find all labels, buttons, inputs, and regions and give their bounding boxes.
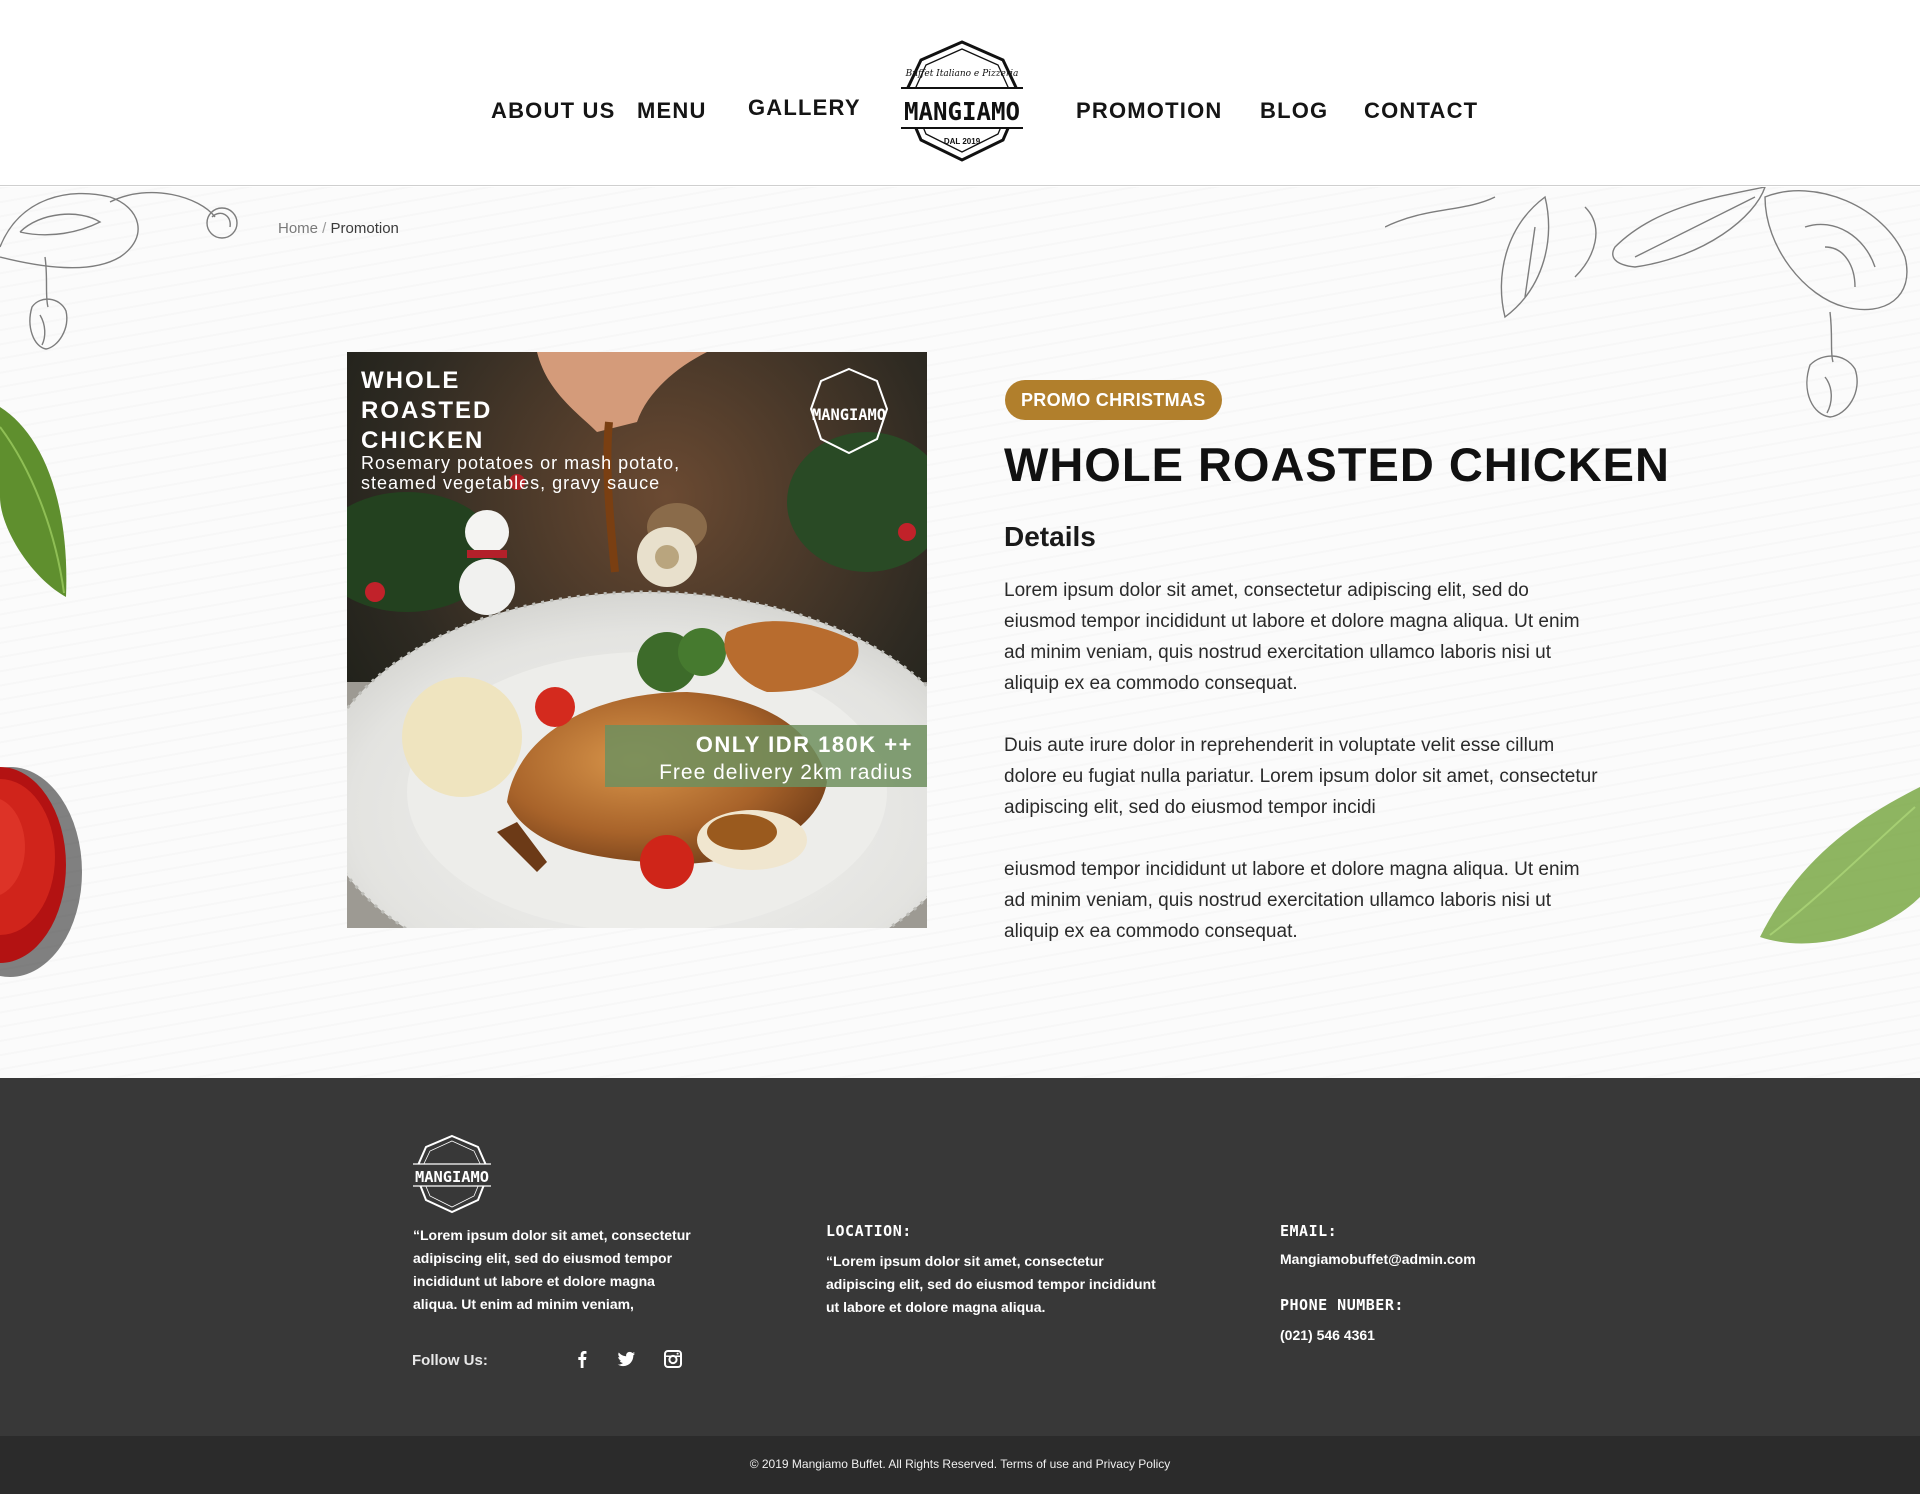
breadcrumb-current: Promotion — [330, 220, 399, 237]
details-paragraph-1: Lorem ipsum dolor sit amet, consectetur … — [1004, 580, 1580, 694]
footer-logo-name: MANGIAMO — [415, 1168, 489, 1186]
promo-image: MANGIAMO WHOLE ROASTED CHICKEN Rosemary … — [347, 352, 927, 928]
nav-promotion[interactable]: PROMOTION — [1076, 98, 1222, 124]
nav-contact[interactable]: CONTACT — [1364, 98, 1478, 124]
location-text: “Lorem ipsum dolor sit amet, consectetur… — [826, 1253, 1156, 1315]
facebook-icon[interactable] — [571, 1348, 593, 1370]
details-paragraph-2: Duis aute irure dolor in reprehenderit i… — [1004, 735, 1598, 818]
logo-tagline: Buffet Italiano e Pizzeria — [905, 69, 1019, 79]
copyright-text: © 2019 Mangiamo Buffet. All Rights Reser… — [749, 1457, 1171, 1471]
copyright-bar: © 2019 Mangiamo Buffet. All Rights Reser… — [0, 1436, 1920, 1494]
image-price: ONLY IDR 180K ++ — [696, 732, 913, 757]
phone-label: PHONE NUMBER: — [1280, 1296, 1404, 1314]
follow-us-label: Follow Us: — [412, 1352, 488, 1369]
instagram-icon[interactable] — [662, 1348, 684, 1370]
email-link[interactable]: Mangiamobuffet@admin.com — [1280, 1248, 1476, 1271]
details-paragraph-3: eiusmod tempor incididunt ut labore et d… — [1004, 859, 1580, 942]
floral-illustration-right — [1385, 187, 1908, 418]
details-heading: Details — [1004, 521, 1096, 552]
email-label: EMAIL: — [1280, 1222, 1338, 1240]
site-footer: MANGIAMO “Lorem ipsum dolor sit amet, co… — [0, 1078, 1920, 1436]
image-delivery: Free delivery 2km radius — [659, 761, 913, 784]
promo-badge: PROMO CHRISTMAS — [1005, 380, 1222, 420]
image-title-line-2: ROASTED — [361, 397, 492, 424]
nav-about-us[interactable]: ABOUT US — [491, 98, 616, 124]
footer-logo[interactable]: MANGIAMO — [412, 1134, 492, 1214]
nav-gallery[interactable]: GALLERY — [748, 95, 861, 121]
image-title-line-3: CHICKEN — [361, 427, 484, 454]
promotion-section: Home / Promotion MANGIAMO WHOLE ROASTED … — [0, 187, 1920, 1078]
nav-blog[interactable]: BLOG — [1260, 98, 1328, 124]
twitter-icon[interactable] — [615, 1348, 637, 1370]
sauce-bowl — [0, 767, 82, 977]
logo-name: MANGIAMO — [904, 97, 1020, 126]
promo-title: WHOLE ROASTED CHICKEN — [1004, 438, 1670, 491]
site-logo[interactable]: Buffet Italiano e Pizzeria MANGIAMO DAL … — [897, 38, 1027, 164]
basil-leaf-left — [0, 407, 67, 597]
breadcrumb: Home / Promotion — [278, 220, 399, 237]
nav-menu[interactable]: MENU — [637, 98, 707, 124]
footer-quote: “Lorem ipsum dolor sit amet, consectetur… — [413, 1227, 691, 1312]
breadcrumb-separator: / — [318, 220, 331, 237]
image-subtitle-line-1: Rosemary potatoes or mash potato, — [361, 453, 680, 473]
image-title-line-1: WHOLE — [361, 367, 460, 394]
basil-leaf-right — [1760, 787, 1920, 944]
image-logo-name: MANGIAMO — [812, 405, 886, 424]
breadcrumb-home-link[interactable]: Home — [278, 220, 318, 237]
phone-link[interactable]: (021) 546 4361 — [1280, 1324, 1375, 1347]
floral-illustration-left — [0, 191, 238, 350]
image-subtitle-line-2: steamed vegetables, gravy sauce — [361, 473, 660, 493]
site-header: ABOUT US MENU GALLERY Buffet Italiano e … — [0, 0, 1920, 186]
logo-since: DAL 2019 — [944, 137, 981, 146]
location-label: LOCATION: — [826, 1222, 912, 1240]
